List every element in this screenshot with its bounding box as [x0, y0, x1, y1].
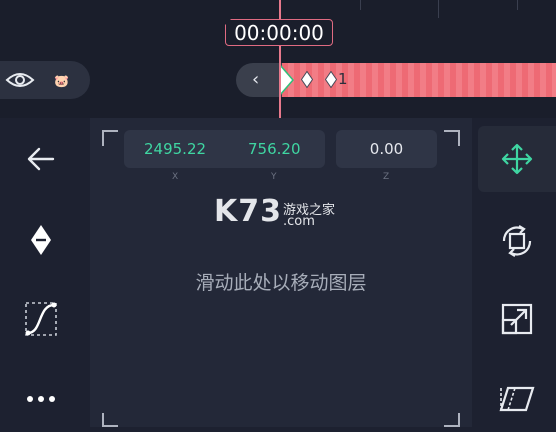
x-axis-label: X: [172, 172, 179, 182]
z-axis-label: Z: [383, 172, 390, 182]
corner-marker: [102, 130, 118, 146]
keyframe-button[interactable]: [20, 219, 62, 261]
pig-icon: 🐷: [54, 74, 69, 88]
back-button[interactable]: [20, 138, 62, 180]
more-button[interactable]: [20, 378, 62, 420]
timeline-ruler: [0, 0, 556, 20]
xy-position-field[interactable]: 2495.22 756.20: [124, 130, 325, 168]
timecode: 00:00:00: [225, 19, 333, 46]
transform-panel[interactable]: 2495.22 756.20 0.00 X Y Z K73 游戏之家 .com …: [90, 118, 472, 427]
watermark-brand: K73: [214, 194, 282, 229]
more-icon: [27, 396, 55, 402]
skew-tool-button[interactable]: [478, 366, 556, 432]
scale-tool-button[interactable]: [478, 286, 556, 352]
skew-icon: [499, 386, 535, 412]
eye-icon[interactable]: [5, 70, 35, 90]
chevron-left-icon: ‹: [252, 69, 260, 90]
easing-button[interactable]: [20, 298, 62, 340]
keyframe-diamond-icon: [31, 225, 51, 255]
right-toolbar: [478, 118, 556, 427]
y-value[interactable]: 756.20: [248, 130, 301, 168]
watermark-com: .com: [283, 214, 315, 229]
corner-marker: [444, 413, 460, 427]
y-axis-label: Y: [271, 172, 277, 182]
timeline[interactable]: 🐷 ‹ 1 00:00:00: [0, 0, 556, 118]
rotate-tool-button[interactable]: [478, 208, 556, 274]
keyframe-diamond-icon[interactable]: [301, 71, 313, 88]
corner-marker: [102, 413, 118, 427]
left-toolbar: [0, 118, 82, 427]
playhead[interactable]: [279, 0, 281, 118]
move-icon: [501, 143, 533, 175]
back-arrow-icon: [27, 147, 55, 171]
rotate-icon: [502, 225, 532, 257]
easing-curve-icon: [25, 302, 57, 336]
x-value[interactable]: 2495.22: [144, 130, 206, 168]
keyframe-start-icon[interactable]: [279, 63, 295, 97]
scale-icon: [501, 303, 533, 335]
drag-hint: 滑动此处以移动图层: [195, 272, 367, 294]
clip-label: 1: [338, 70, 348, 88]
z-position-field[interactable]: 0.00: [336, 130, 437, 168]
clip-bar[interactable]: [282, 63, 556, 97]
corner-marker: [444, 130, 460, 146]
keyframe-diamond-icon[interactable]: [325, 71, 337, 88]
move-tool-button[interactable]: [478, 126, 556, 192]
